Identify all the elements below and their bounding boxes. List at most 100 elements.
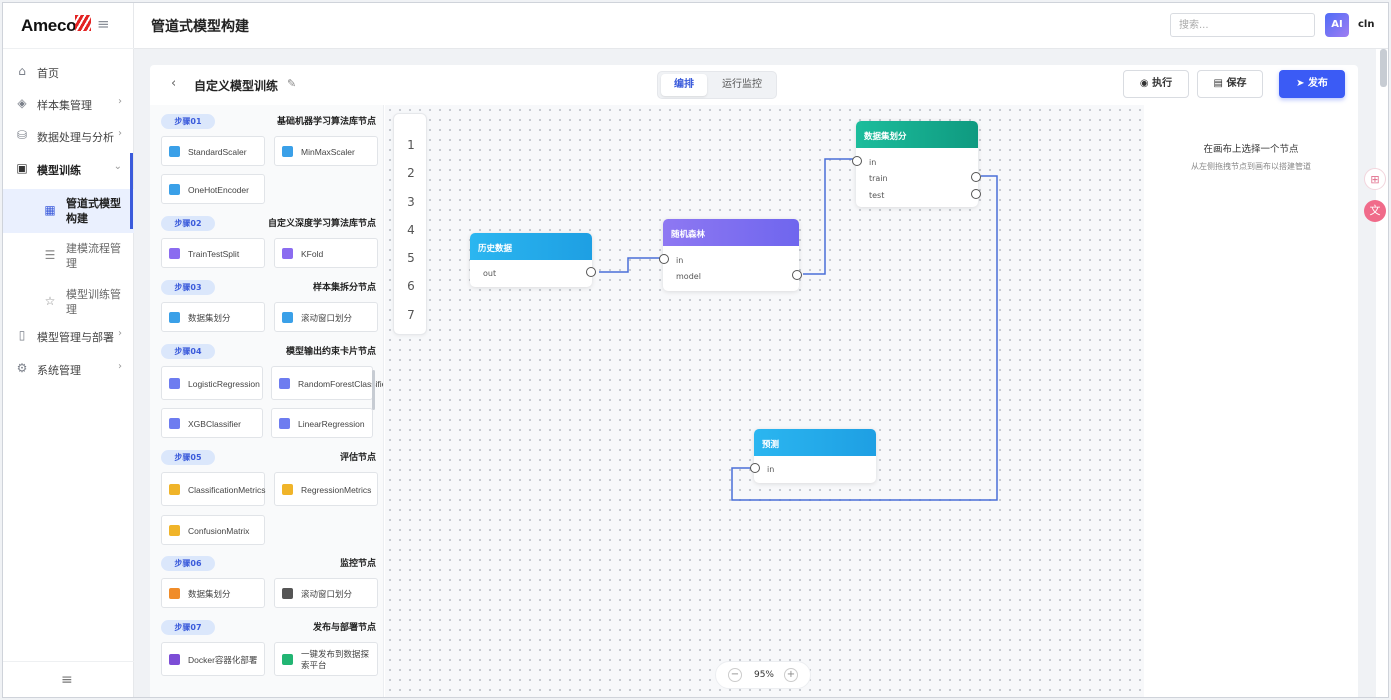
container-icon	[169, 654, 180, 665]
step-title: 样本集拆分节点	[312, 283, 376, 293]
flow-node-predict[interactable]: 预测 in	[750, 429, 876, 483]
output-port[interactable]	[971, 172, 981, 182]
page-scrollbar[interactable]	[1380, 49, 1387, 87]
top-header: 管道式模型构建 AI cln	[134, 3, 1388, 49]
flow-node-dataset-split[interactable]: 数据集划分 in train test	[852, 121, 981, 207]
username[interactable]: cln	[1358, 19, 1374, 30]
flow-node-random-forest[interactable]: 随机森林 in model	[659, 219, 802, 291]
sidebar-item-data-processing[interactable]: ⛁ 数据处理与分析 ›	[3, 121, 134, 151]
edge-rf-to-split	[803, 158, 856, 275]
palette-node-label: Docker容器化部署	[188, 654, 258, 665]
palette-node[interactable]: 滚动窗口划分	[274, 302, 378, 332]
palette-node-label: RegressionMetrics	[301, 484, 372, 495]
palette-node-label: StandardScaler	[188, 146, 247, 157]
step-badge: 步骤03	[161, 280, 215, 295]
sidebar-subitem-training-management[interactable]: ☆ 模型训练管理	[3, 280, 134, 324]
flow-node-title: 预测	[754, 429, 876, 456]
palette-node[interactable]: LinearRegression	[271, 408, 373, 438]
sidebar-item-model-training[interactable]: ▣ 模型训练 ⌄	[3, 154, 134, 184]
palette-scrollbar[interactable]	[372, 370, 375, 410]
palette-node[interactable]: LogisticRegression	[161, 366, 263, 400]
translate-icon[interactable]: 文	[1364, 200, 1386, 222]
database-icon: ⛁	[16, 128, 28, 142]
output-port[interactable]	[586, 267, 596, 277]
port-label: in	[676, 256, 684, 265]
palette-node[interactable]: 一键发布到数据探索平台	[274, 642, 378, 676]
palette-node[interactable]: TrainTestSplit	[161, 238, 265, 268]
port-label: model	[676, 272, 701, 281]
palette-node-label: 滚动窗口划分	[301, 312, 353, 323]
avatar[interactable]: AI	[1325, 13, 1349, 37]
palette-node[interactable]: OneHotEncoder	[161, 174, 265, 204]
pipeline-canvas[interactable]: 1 2 3 4 5 6 7 历史数据 out 随机森林 in model 数据集…	[385, 105, 1144, 697]
palette-node[interactable]: RegressionMetrics	[274, 472, 378, 506]
mode-tabs: 编排 运行监控	[657, 71, 777, 99]
input-port[interactable]	[659, 254, 669, 264]
page-title: 管道式模型构建	[151, 19, 249, 35]
save-label: 保存	[1226, 78, 1247, 89]
split-icon	[282, 312, 293, 323]
palette-node[interactable]: MinMaxScaler	[274, 136, 378, 166]
output-port[interactable]	[792, 270, 802, 280]
palette-node[interactable]: Docker容器化部署	[161, 642, 265, 676]
monitor-icon	[169, 588, 180, 599]
search-input[interactable]	[1170, 13, 1315, 37]
publish-button[interactable]: ➤ 发布	[1279, 70, 1345, 98]
split-icon	[282, 248, 293, 259]
send-icon: ➤	[1296, 78, 1308, 89]
palette-node[interactable]: ConfusionMatrix	[161, 515, 265, 545]
palette-node[interactable]: StandardScaler	[161, 136, 265, 166]
zoom-in-icon[interactable]: +	[784, 668, 798, 682]
collapse-menu-icon[interactable]: ≡	[61, 672, 73, 688]
save-button[interactable]: ▤ 保存	[1197, 70, 1263, 98]
palette-node-label: LogisticRegression	[188, 378, 260, 389]
node-inspector: 在画布上选择一个节点 从左侧拖拽节点到画布以搭建管道	[1144, 105, 1358, 697]
palette-node-label: 一键发布到数据探索平台	[301, 649, 370, 670]
port-label: train	[869, 174, 888, 183]
grid-icon: ▦	[44, 203, 56, 217]
port-label: test	[869, 191, 885, 200]
connections-layer	[599, 158, 998, 501]
palette-node-label: LinearRegression	[298, 418, 365, 429]
run-button[interactable]: ◉ 执行	[1123, 70, 1189, 98]
menu-toggle-icon[interactable]: ≡	[97, 15, 110, 33]
inspector-empty-hint: 从左侧拖拽节点到画布以搭建管道	[1191, 162, 1311, 171]
publish-label: 发布	[1307, 78, 1328, 89]
palette-node[interactable]: XGBClassifier	[161, 408, 263, 438]
sidebar-item-label: 样本集管理	[37, 99, 92, 112]
sidebar-item-system[interactable]: ⚙ 系统管理 ›	[3, 354, 134, 384]
active-indicator	[130, 153, 133, 229]
step-title: 自定义深度学习算法库节点	[267, 219, 376, 229]
extension-icon[interactable]: ⊞	[1364, 168, 1386, 190]
output-port[interactable]	[971, 189, 981, 199]
step-badge: 步骤06	[161, 556, 215, 571]
palette-node[interactable]: 数据集划分	[161, 302, 265, 332]
step-badge: 步骤05	[161, 450, 215, 465]
palette-node[interactable]: RandomForestClassifier	[271, 366, 383, 400]
input-port[interactable]	[750, 463, 760, 473]
tab-monitor[interactable]: 运行监控	[711, 74, 773, 96]
palette-node-label: MinMaxScaler	[301, 146, 355, 157]
palette-node[interactable]: ClassificationMetrics	[161, 472, 265, 506]
sidebar-item-sample-sets[interactable]: ◈ 样本集管理 ›	[3, 89, 134, 119]
tab-edit[interactable]: 编排	[661, 74, 707, 96]
brand-logo-mark	[75, 15, 91, 31]
tablet-icon: ▯	[18, 328, 26, 342]
sidebar-subitem-flow-management[interactable]: ☰ 建模流程管理	[3, 234, 134, 278]
sidebar-footer: ≡	[3, 661, 134, 697]
input-port[interactable]	[852, 156, 862, 166]
sidebar-subitem-pipeline-builder[interactable]: ▦ 管道式模型构建	[3, 189, 134, 233]
edit-icon[interactable]: ✎	[287, 77, 296, 90]
palette-node[interactable]: KFold	[274, 238, 378, 268]
palette-node[interactable]: 滚动窗口划分	[274, 578, 378, 608]
document-icon: ▤	[1213, 78, 1227, 89]
sidebar-item-home[interactable]: ⌂ 首页	[3, 57, 134, 87]
home-icon: ⌂	[18, 64, 26, 78]
sidebar-item-model-deploy[interactable]: ▯ 模型管理与部署 ›	[3, 321, 134, 351]
chart-icon	[169, 378, 180, 389]
matrix-icon	[279, 418, 290, 429]
flow-node-history[interactable]: 历史数据 out	[470, 233, 596, 287]
back-icon[interactable]: ‹	[171, 76, 176, 91]
table-icon	[282, 146, 293, 157]
palette-node[interactable]: 数据集划分	[161, 578, 265, 608]
